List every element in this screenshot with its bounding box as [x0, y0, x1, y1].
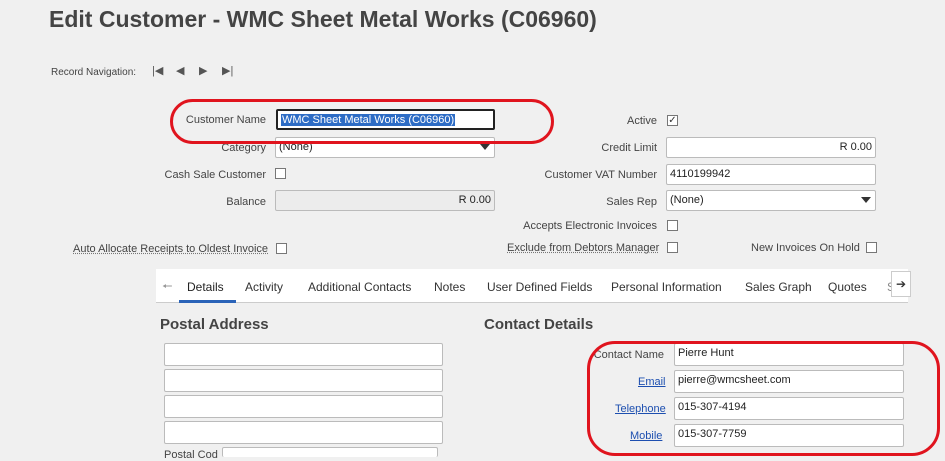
previous-record-icon[interactable]: ◀	[176, 64, 184, 77]
mobile-input[interactable]: 015-307-7759	[674, 424, 904, 447]
accepts-electronic-label: Accepts Electronic Invoices	[523, 220, 657, 232]
first-record-icon[interactable]: |◀	[152, 64, 163, 77]
exclude-debtors-label: Exclude from Debtors Manager	[507, 242, 660, 254]
postal-code-input[interactable]	[222, 447, 438, 457]
tab-additional-contacts[interactable]: Additional Contacts	[308, 280, 411, 294]
accepts-electronic-checkbox[interactable]	[667, 220, 678, 231]
tab-activity[interactable]: Activity	[245, 280, 283, 294]
chevron-down-icon	[480, 144, 490, 150]
tab-details[interactable]: Details	[187, 280, 224, 294]
postal-address-line-2[interactable]	[164, 369, 443, 392]
contact-name-input[interactable]: Pierre Hunt	[674, 343, 904, 366]
record-navigation-label: Record Navigation:	[51, 67, 137, 78]
cash-sale-label: Cash Sale Customer	[164, 169, 267, 181]
page-title: Edit Customer - WMC Sheet Metal Works (C…	[49, 6, 597, 32]
last-record-icon[interactable]: ▶|	[222, 64, 233, 77]
balance-field: R 0.00	[275, 190, 495, 211]
contact-name-label: Contact Name	[593, 349, 664, 361]
active-label: Active	[627, 115, 657, 127]
sales-rep-value: (None)	[670, 194, 704, 206]
contact-details-heading: Contact Details	[484, 316, 594, 333]
credit-limit-input[interactable]: R 0.00	[666, 137, 876, 158]
new-invoices-hold-checkbox[interactable]	[866, 242, 877, 253]
tab-scroll-right-icon[interactable]: ➔	[891, 271, 911, 297]
exclude-debtors-checkbox[interactable]	[667, 242, 678, 253]
tab-notes[interactable]: Notes	[434, 280, 465, 294]
vat-number-input[interactable]: 4110199942	[666, 164, 876, 185]
sales-rep-select[interactable]: (None)	[666, 190, 876, 211]
balance-label: Balance	[226, 196, 266, 208]
email-input[interactable]: pierre@wmcsheet.com	[674, 370, 904, 393]
category-value: (None)	[279, 141, 313, 153]
auto-allocate-label: Auto Allocate Receipts to Oldest Invoice	[73, 243, 269, 255]
cash-sale-checkbox[interactable]	[275, 168, 286, 179]
postal-address-line-4[interactable]	[164, 421, 443, 444]
category-select[interactable]: (None)	[275, 137, 495, 158]
next-record-icon[interactable]: ▶	[199, 64, 207, 77]
tab-scroll-left-icon[interactable]: 🠔	[162, 277, 173, 298]
telephone-link[interactable]: Telephone	[615, 403, 666, 415]
chevron-down-icon	[861, 197, 871, 203]
postal-address-line-3[interactable]	[164, 395, 443, 418]
tab-user-defined-fields[interactable]: User Defined Fields	[487, 280, 592, 294]
credit-limit-label: Credit Limit	[601, 142, 657, 154]
mobile-link[interactable]: Mobile	[630, 430, 662, 442]
tab-quotes[interactable]: Quotes	[828, 280, 867, 294]
vat-number-label: Customer VAT Number	[544, 169, 657, 181]
auto-allocate-checkbox[interactable]	[276, 243, 287, 254]
active-tab-indicator	[179, 300, 236, 303]
active-checkbox[interactable]: ✓	[667, 115, 678, 126]
email-link[interactable]: Email	[638, 376, 666, 388]
customer-name-input[interactable]: WMC Sheet Metal Works (C06960)	[276, 109, 495, 130]
sales-rep-label: Sales Rep	[606, 196, 657, 208]
customer-name-value: WMC Sheet Metal Works (C06960)	[281, 114, 456, 126]
customer-name-label: Customer Name	[185, 114, 266, 126]
tab-personal-information[interactable]: Personal Information	[611, 280, 722, 294]
new-invoices-hold-label: New Invoices On Hold	[751, 242, 860, 254]
postal-address-heading: Postal Address	[160, 316, 269, 333]
telephone-input[interactable]: 015-307-4194	[674, 397, 904, 420]
tab-sales-graph[interactable]: Sales Graph	[745, 280, 812, 294]
postal-code-label: Postal Cod	[164, 449, 218, 461]
category-label: Category	[221, 142, 266, 154]
postal-address-line-1[interactable]	[164, 343, 443, 366]
